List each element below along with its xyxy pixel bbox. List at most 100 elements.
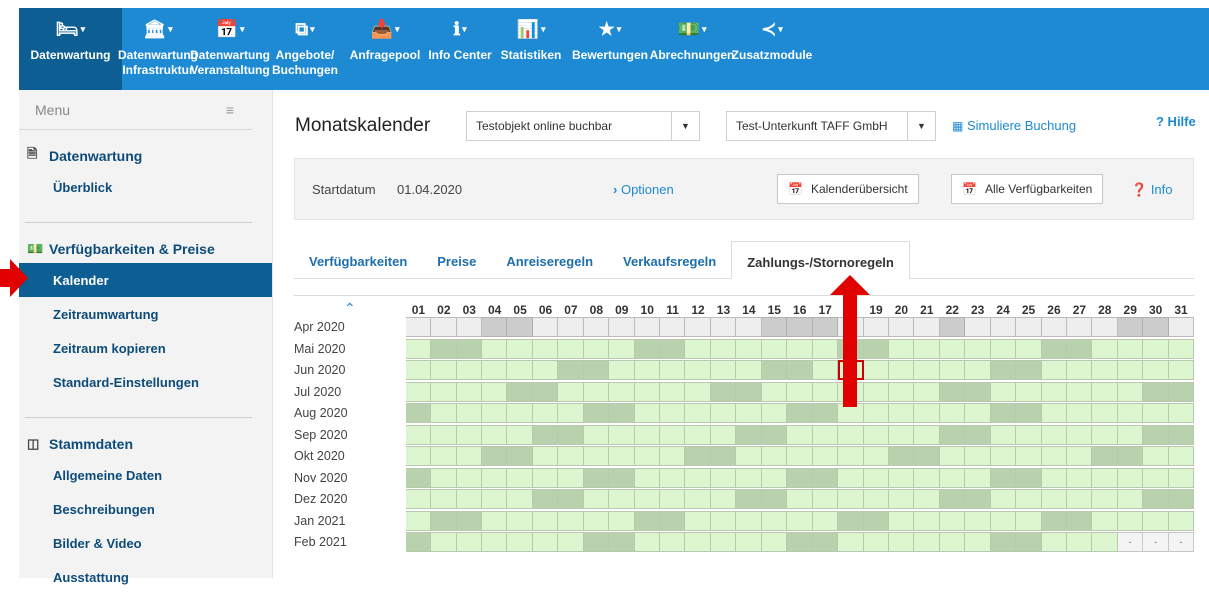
day-cell[interactable] xyxy=(888,317,915,337)
day-cell[interactable] xyxy=(507,532,533,552)
day-cell[interactable] xyxy=(405,317,432,337)
day-cell[interactable] xyxy=(1016,489,1042,509)
day-cell[interactable] xyxy=(1041,360,1068,380)
tab-1[interactable]: Preise xyxy=(422,241,491,278)
day-cell[interactable] xyxy=(812,532,839,552)
day-cell[interactable] xyxy=(558,381,584,402)
day-cell[interactable] xyxy=(812,510,839,531)
day-cell[interactable] xyxy=(660,467,686,488)
day-cell[interactable]: - xyxy=(1117,532,1144,552)
day-cell[interactable] xyxy=(863,532,889,552)
nav-item-8[interactable]: 💵 ▾ Abrechnungen xyxy=(650,8,735,90)
day-cell[interactable] xyxy=(1041,338,1068,359)
hamburger-icon[interactable]: ≡ xyxy=(226,102,234,118)
day-cell[interactable] xyxy=(456,317,482,337)
day-cell[interactable] xyxy=(965,338,991,359)
day-cell[interactable] xyxy=(736,489,762,509)
day-cell[interactable] xyxy=(456,403,482,423)
day-cell[interactable] xyxy=(914,446,940,466)
day-cell[interactable] xyxy=(1143,424,1169,445)
day-cell[interactable] xyxy=(1067,489,1093,509)
day-cell[interactable] xyxy=(1067,467,1093,488)
nav-item-0[interactable]: 🛏 ▾ Datenwartung xyxy=(19,8,122,90)
day-cell[interactable] xyxy=(609,317,635,337)
day-cell[interactable] xyxy=(1041,467,1068,488)
day-cell[interactable] xyxy=(481,467,508,488)
tab-2[interactable]: Anreiseregeln xyxy=(491,241,608,278)
day-cell[interactable] xyxy=(405,532,432,552)
day-cell[interactable] xyxy=(558,446,584,466)
day-cell[interactable] xyxy=(558,360,584,380)
day-cell[interactable] xyxy=(481,403,508,423)
day-cell[interactable] xyxy=(660,360,686,380)
day-cell[interactable] xyxy=(1016,424,1042,445)
sidebar-item[interactable]: Überblick xyxy=(19,170,272,204)
day-cell[interactable] xyxy=(939,510,966,531)
day-cell[interactable] xyxy=(914,338,940,359)
day-cell[interactable] xyxy=(990,467,1017,488)
day-cell[interactable] xyxy=(1117,403,1144,423)
day-cell[interactable] xyxy=(888,424,915,445)
day-cell[interactable] xyxy=(1067,532,1093,552)
day-cell[interactable] xyxy=(431,467,457,488)
day-cell[interactable] xyxy=(532,510,559,531)
day-cell[interactable] xyxy=(685,360,711,380)
day-cell[interactable] xyxy=(456,446,482,466)
day-cell[interactable] xyxy=(1117,489,1144,509)
day-cell[interactable] xyxy=(532,532,559,552)
day-cell[interactable] xyxy=(787,510,813,531)
day-cell[interactable] xyxy=(583,403,610,423)
day-cell[interactable] xyxy=(863,467,889,488)
day-cell[interactable] xyxy=(1092,510,1118,531)
day-cell[interactable] xyxy=(1092,532,1118,552)
start-date-value[interactable]: 01.04.2020 xyxy=(397,182,462,197)
day-cell[interactable] xyxy=(761,338,788,359)
day-cell[interactable] xyxy=(1016,403,1042,423)
day-cell[interactable] xyxy=(1092,360,1118,380)
day-cell[interactable] xyxy=(990,381,1017,402)
day-cell[interactable] xyxy=(1067,381,1093,402)
day-cell[interactable] xyxy=(634,360,661,380)
day-cell[interactable] xyxy=(685,338,711,359)
day-cell[interactable] xyxy=(914,489,940,509)
day-cell[interactable] xyxy=(1143,381,1169,402)
day-cell[interactable] xyxy=(507,467,533,488)
day-cell[interactable] xyxy=(481,510,508,531)
day-cell[interactable] xyxy=(1041,381,1068,402)
sidebar-section-title[interactable]: ◫ Stammdaten xyxy=(19,430,272,458)
day-cell[interactable] xyxy=(710,510,737,531)
day-cell[interactable] xyxy=(634,467,661,488)
day-cell[interactable] xyxy=(965,489,991,509)
sidebar-item[interactable]: Zeitraumwartung xyxy=(19,297,272,331)
day-cell[interactable] xyxy=(990,532,1017,552)
day-cell[interactable] xyxy=(481,489,508,509)
day-cell[interactable] xyxy=(710,381,737,402)
day-cell[interactable] xyxy=(1016,317,1042,337)
day-cell[interactable] xyxy=(660,403,686,423)
day-cell[interactable] xyxy=(1143,360,1169,380)
nav-item-5[interactable]: ℹ ▾ Info Center xyxy=(426,8,494,90)
day-cell[interactable] xyxy=(634,338,661,359)
day-cell[interactable] xyxy=(914,381,940,402)
day-cell[interactable] xyxy=(609,424,635,445)
day-cell[interactable] xyxy=(660,338,686,359)
day-cell[interactable] xyxy=(1143,510,1169,531)
day-cell[interactable] xyxy=(863,510,889,531)
day-cell[interactable] xyxy=(1016,532,1042,552)
day-cell[interactable] xyxy=(710,360,737,380)
day-cell[interactable] xyxy=(1067,510,1093,531)
day-cell[interactable] xyxy=(1092,424,1118,445)
nav-item-3[interactable]: ⧉ ▾ Angebote/Buchungen xyxy=(266,8,344,90)
day-cell[interactable] xyxy=(787,489,813,509)
day-cell[interactable] xyxy=(532,403,559,423)
day-cell[interactable] xyxy=(838,446,864,466)
day-cell[interactable] xyxy=(1117,317,1144,337)
day-cell[interactable] xyxy=(1143,317,1169,337)
day-cell[interactable] xyxy=(660,381,686,402)
day-cell[interactable] xyxy=(507,446,533,466)
day-cell[interactable] xyxy=(838,489,864,509)
day-cell[interactable] xyxy=(914,360,940,380)
day-cell[interactable] xyxy=(456,424,482,445)
day-cell[interactable] xyxy=(558,403,584,423)
day-cell[interactable] xyxy=(761,489,788,509)
